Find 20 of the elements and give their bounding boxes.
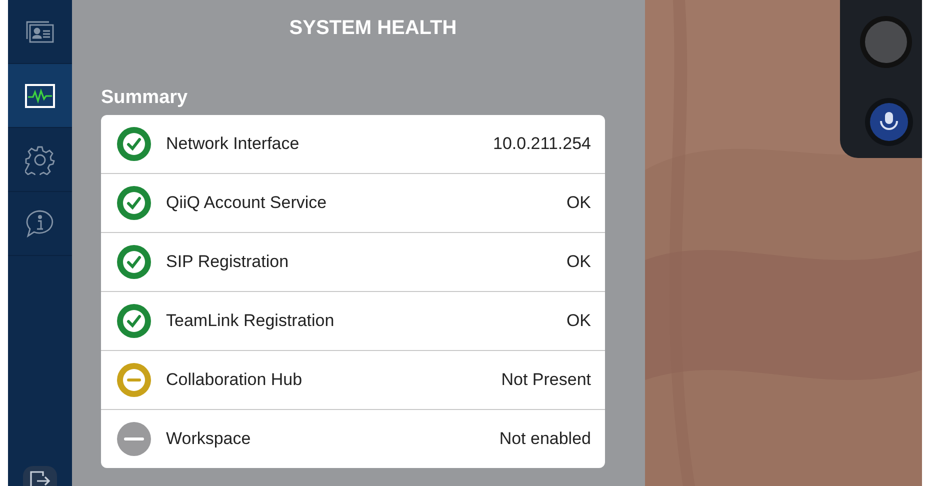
sidebar-tab[interactable] bbox=[8, 64, 72, 128]
status-label: SIP Registration bbox=[166, 252, 290, 272]
exit-icon bbox=[29, 470, 51, 486]
pulse-monitor-icon bbox=[25, 84, 55, 108]
screen-title: SYSTEM HEALTH bbox=[288, 17, 458, 41]
status-label: Workspace bbox=[166, 429, 252, 449]
status-label: Network Interface bbox=[166, 134, 300, 154]
status-value: OK bbox=[566, 193, 591, 213]
gear-icon bbox=[25, 144, 55, 174]
status-value: Not Present bbox=[501, 370, 591, 390]
status-value: 10.0.211.254 bbox=[493, 134, 591, 154]
status-value: OK bbox=[566, 252, 591, 272]
section-heading: Summary bbox=[101, 87, 189, 109]
status-label: QiiQ Account Service bbox=[166, 193, 328, 213]
status-label: Collaboration Hub bbox=[166, 370, 304, 390]
contact-card-icon bbox=[25, 18, 55, 44]
status-label: TeamLink Registration bbox=[166, 311, 336, 331]
status-value: Not enabled bbox=[499, 429, 591, 449]
status-value: OK bbox=[566, 311, 591, 331]
info-bubble-icon bbox=[25, 208, 55, 238]
